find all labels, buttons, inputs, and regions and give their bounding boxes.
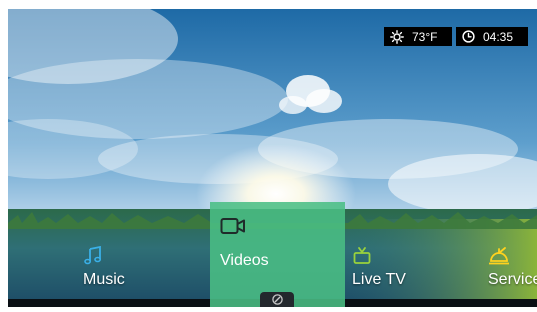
music-note-icon [84,246,101,265]
media-home-screen: 73°F 04:35 Music Live TV Service Videos [8,9,537,307]
temperature-text: 73°F [412,29,438,44]
weather-indicator: 73°F [384,27,452,46]
menu-item-services[interactable]: Services [488,236,537,299]
menu-item-music[interactable]: Music [83,236,203,299]
video-camera-icon [220,218,245,234]
menu-item-label: Services [488,271,537,288]
menu-item-label: Videos [220,252,269,269]
options-tab[interactable] [260,292,294,307]
tv-icon [353,247,371,264]
menu-item-label: Music [83,271,125,288]
menu-item-label: Live TV [352,271,406,288]
sun-icon [390,29,404,44]
menu-item-live-tv[interactable]: Live TV [352,236,442,299]
clock-icon [462,30,475,43]
bell-icon [489,247,509,265]
compass-icon [271,294,283,305]
clock-indicator: 04:35 [456,27,528,46]
clock-time-text: 04:35 [483,29,514,44]
